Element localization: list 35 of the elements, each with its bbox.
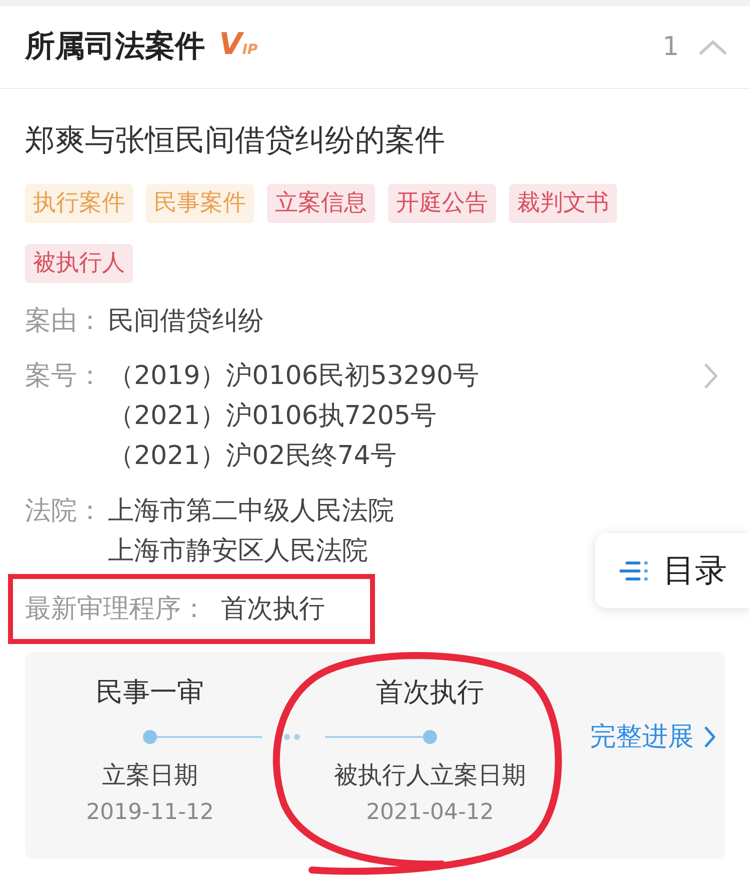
case-tag: 裁判文书 — [509, 184, 617, 223]
chevron-right-icon[interactable] — [704, 363, 718, 389]
timeline-dot-icon — [423, 730, 437, 744]
field-label: 法院： — [25, 495, 104, 528]
case-tag: 开庭公告 — [388, 184, 496, 223]
stage-name: 民事一审 — [96, 676, 204, 710]
field-value: 民间借贷纠纷 — [108, 305, 264, 338]
case-tag: 立案信息 — [267, 184, 375, 223]
event-label: 被执行人立案日期 — [334, 760, 526, 791]
field-value: （2019）沪0106民初53290号 — [108, 360, 480, 393]
case-tag: 被执行人 — [25, 244, 133, 283]
chevron-right-icon — [704, 726, 716, 748]
event-date: 2021-04-12 — [366, 799, 494, 827]
case-count: 1 — [662, 31, 679, 64]
field-value: （2021）沪0106执7205号 — [108, 400, 437, 433]
event-date: 2019-11-12 — [86, 799, 214, 827]
ellipsis-icon — [284, 734, 300, 740]
field-label: 最新审理程序： — [25, 593, 207, 626]
case-title: 郑爽与张恒民间借贷纠纷的案件 — [25, 122, 446, 160]
field-value: 上海市静安区人民法院 — [108, 535, 368, 568]
section-title: 所属司法案件 — [25, 28, 205, 66]
stage-name: 首次执行 — [376, 676, 484, 710]
chevron-up-icon[interactable] — [699, 39, 727, 55]
event-label: 立案日期 — [102, 760, 198, 791]
field-value: 上海市第二中级人民法院 — [108, 495, 394, 528]
case-tag: 民事案件 — [146, 184, 254, 223]
toc-button[interactable]: 目录 — [595, 533, 750, 608]
list-icon — [619, 560, 649, 582]
field-label: 案由： — [25, 305, 104, 338]
case-tag: 执行案件 — [25, 184, 133, 223]
field-value: 首次执行 — [221, 593, 325, 626]
field-label: 案号： — [25, 360, 104, 393]
vip-label: VIP — [219, 30, 258, 64]
timeline-dot-icon — [143, 730, 157, 744]
field-value: （2021）沪02民终74号 — [108, 440, 396, 473]
